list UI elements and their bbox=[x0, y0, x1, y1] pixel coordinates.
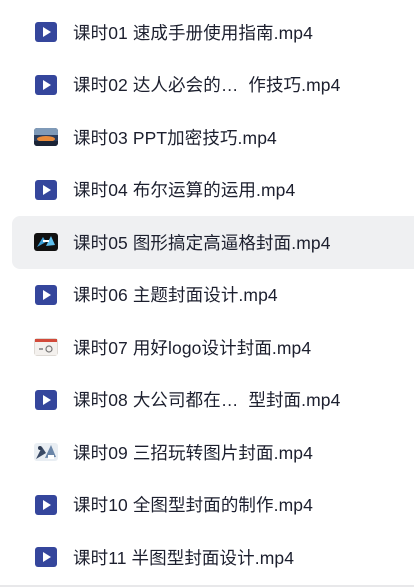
file-item-lesson-01[interactable]: 课时01 速成手册使用指南.mp4 bbox=[12, 6, 414, 59]
file-item-lesson-02[interactable]: 课时02 达人必会的… 作技巧.mp4 bbox=[12, 59, 414, 112]
video-thumbnail-icon bbox=[33, 126, 59, 148]
file-name: 课时04 布尔运算的运用.mp4 bbox=[73, 180, 296, 201]
video-thumbnail-icon bbox=[33, 231, 59, 253]
file-name: 课时08 大公司都在… 型封面.mp4 bbox=[73, 390, 341, 411]
file-item-lesson-09[interactable]: 课时09 三招玩转图片封面.mp4 bbox=[12, 426, 414, 479]
video-file-icon bbox=[33, 494, 59, 516]
file-list: 课时01 速成手册使用指南.mp4 课时02 达人必会的… 作技巧.mp4 课时… bbox=[0, 6, 414, 584]
file-item-lesson-11[interactable]: 课时11 半图型封面设计.mp4 bbox=[12, 531, 414, 584]
video-file-icon bbox=[33, 546, 59, 568]
file-name: 课时02 达人必会的… 作技巧.mp4 bbox=[73, 75, 341, 96]
video-file-icon bbox=[33, 21, 59, 43]
video-file-icon bbox=[33, 179, 59, 201]
file-item-lesson-08[interactable]: 课时08 大公司都在… 型封面.mp4 bbox=[12, 374, 414, 427]
file-item-lesson-04[interactable]: 课时04 布尔运算的运用.mp4 bbox=[12, 164, 414, 217]
file-item-lesson-10[interactable]: 课时10 全图型封面的制作.mp4 bbox=[12, 479, 414, 532]
video-file-icon bbox=[33, 389, 59, 411]
file-name: 课时10 全图型封面的制作.mp4 bbox=[73, 495, 313, 516]
video-thumbnail-icon bbox=[33, 441, 59, 463]
file-name: 课时09 三招玩转图片封面.mp4 bbox=[73, 442, 313, 463]
file-name: 课时01 速成手册使用指南.mp4 bbox=[73, 22, 313, 43]
file-item-lesson-03[interactable]: 课时03 PPT加密技巧.mp4 bbox=[12, 111, 414, 164]
file-name: 课时03 PPT加密技巧.mp4 bbox=[73, 127, 277, 148]
file-item-lesson-07[interactable]: 课时07 用好logo设计封面.mp4 bbox=[12, 321, 414, 374]
file-item-lesson-05[interactable]: 课时05 图形搞定高逼格封面.mp4 bbox=[12, 216, 414, 269]
video-thumbnail-icon bbox=[33, 336, 59, 358]
file-name: 课时11 半图型封面设计.mp4 bbox=[73, 547, 295, 568]
file-item-lesson-06[interactable]: 课时06 主题封面设计.mp4 bbox=[12, 269, 414, 322]
video-file-icon bbox=[33, 284, 59, 306]
video-file-icon bbox=[33, 74, 59, 96]
file-name: 课时06 主题封面设计.mp4 bbox=[73, 285, 278, 306]
file-name: 课时05 图形搞定高逼格封面.mp4 bbox=[73, 232, 331, 253]
file-name: 课时07 用好logo设计封面.mp4 bbox=[73, 337, 312, 358]
